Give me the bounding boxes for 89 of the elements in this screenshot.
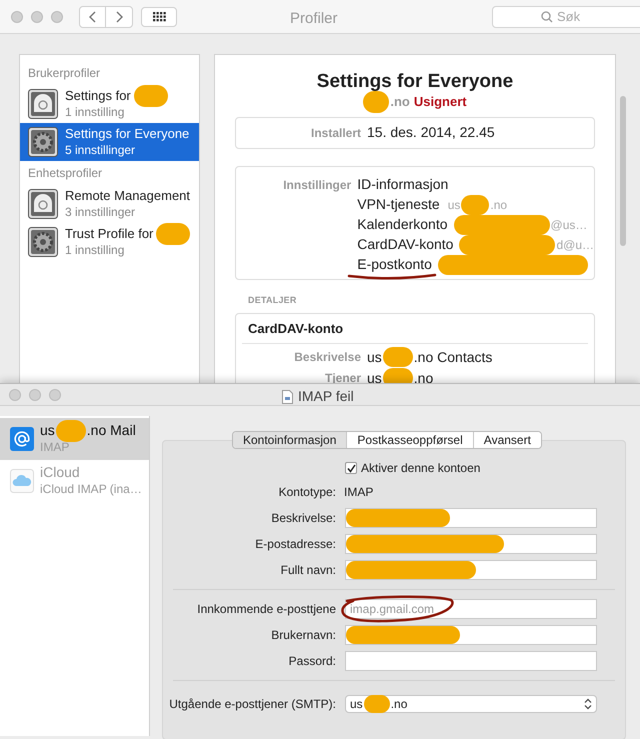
field-value: .no <box>414 368 434 385</box>
sidebar-item[interactable]: Settings for 1 innstilling <box>20 85 199 123</box>
tab[interactable]: Avansert <box>472 432 541 448</box>
card-title: CardDAV-konto <box>247 320 344 338</box>
gear-icon <box>28 227 58 257</box>
account-type: IMAP <box>40 439 70 456</box>
window-title: IMAP feil <box>298 387 354 406</box>
grid-icon <box>152 12 166 22</box>
input-field[interactable] <box>345 625 597 645</box>
field-label: Innstillinger <box>282 176 352 194</box>
field-label: Installert <box>310 124 361 142</box>
checkmark-icon <box>346 464 356 472</box>
field-value: 15. des. 2014, 22.45 <box>367 123 495 142</box>
setting-detail: @us… <box>550 216 588 234</box>
account-type: iCloud IMAP (ina… <box>40 481 142 498</box>
sidebar-item[interactable]: Settings for Everyone 5 innstillinger <box>20 123 199 161</box>
section-header: Enhetsprofiler <box>27 165 104 182</box>
redaction-mark <box>56 420 86 442</box>
sidebar-item[interactable]: Trust Profile for 1 innstilling <box>20 223 199 261</box>
field-label: Brukernavn: <box>270 627 336 644</box>
field-label: Beskrivelse <box>293 349 361 366</box>
field-value: IMAP <box>344 484 374 501</box>
checkbox-label: Aktiver denne kontoen <box>361 460 480 477</box>
field-label: Passord: <box>288 653 336 670</box>
input-field[interactable]: imap.gmail.com <box>345 599 597 619</box>
redaction-mark <box>382 347 413 368</box>
tab[interactable]: Kontoinformasjon <box>233 432 346 448</box>
document-icon <box>282 390 293 404</box>
window-control[interactable] <box>31 10 43 22</box>
profile-name: Trust Profile for <box>65 225 154 242</box>
window-control[interactable] <box>29 388 41 400</box>
cloud-icon <box>10 469 34 493</box>
input-field[interactable] <box>345 534 597 554</box>
field-label: E-postadresse: <box>254 536 336 553</box>
smtp-select[interactable]: us .no <box>345 695 597 713</box>
window-control[interactable] <box>51 10 63 22</box>
field-value: us <box>367 348 382 367</box>
setting-name: Kalenderkonto <box>357 215 448 234</box>
profile-count: 5 innstillinger <box>65 142 136 159</box>
stepper-arrows-icon <box>584 698 592 710</box>
setting-detail: d@u… <box>556 236 594 254</box>
field-label: Tjener <box>324 370 361 385</box>
settings-icon <box>28 89 58 119</box>
settings-icon <box>28 189 58 219</box>
profile-name: Settings for <box>65 87 131 104</box>
profile-count: 3 innstillinger <box>65 204 136 221</box>
field-label: Beskrivelse: <box>270 510 336 527</box>
chevron-left-icon <box>88 10 96 22</box>
window-control[interactable] <box>9 388 21 400</box>
redaction-mark <box>364 695 390 713</box>
gear-icon <box>28 127 58 157</box>
sidebar-item[interactable]: Remote Management 3 innstillinger <box>20 185 199 223</box>
field-label: Innkommende e-posttjene <box>196 601 336 618</box>
account-name: iCloud <box>40 464 81 481</box>
search-icon <box>541 11 553 23</box>
at-sign-icon <box>10 427 34 451</box>
setting-name: E-postkonto <box>357 255 432 274</box>
profile-name: Remote Management <box>65 187 190 204</box>
field-label: Utgående e-posttjener (SMTP): <box>168 696 336 713</box>
section-header: DETALJER <box>248 294 298 307</box>
organization-text: .no <box>390 93 410 112</box>
setting-detail: .no <box>490 196 508 214</box>
show-all-button[interactable] <box>141 6 177 26</box>
status-label: Usignert <box>414 93 467 112</box>
setting-name: ID-informasjon <box>357 175 448 194</box>
field-label: Fullt navn: <box>280 562 336 579</box>
window-control[interactable] <box>11 10 23 22</box>
account-item[interactable]: us .no Mail IMAP <box>0 418 149 460</box>
field-label: Kontotype: <box>278 484 336 501</box>
setting-detail: us <box>448 196 460 214</box>
account-name: us <box>40 422 55 439</box>
setting-name: VPN-tjeneste <box>357 195 440 214</box>
window-title: Profiler <box>290 9 338 29</box>
input-field[interactable] <box>345 560 597 580</box>
profile-count: 1 innstilling <box>65 104 126 121</box>
profile-name: Settings for Everyone <box>65 125 190 142</box>
input-field[interactable] <box>345 651 597 671</box>
section-header: Brukerprofiler <box>27 65 102 82</box>
field-value: us <box>367 368 382 385</box>
account-name: .no Mail <box>86 422 136 439</box>
redaction-mark <box>363 91 390 113</box>
field-value: .no Contacts <box>414 348 492 367</box>
checkbox[interactable] <box>345 462 357 474</box>
window-control[interactable] <box>49 388 61 400</box>
input-field[interactable] <box>345 508 597 528</box>
profile-title: Settings for Everyone <box>316 71 514 93</box>
chevron-right-icon <box>115 10 123 22</box>
setting-name: CardDAV-konto <box>357 235 454 254</box>
profile-count: 1 innstilling <box>65 242 126 259</box>
